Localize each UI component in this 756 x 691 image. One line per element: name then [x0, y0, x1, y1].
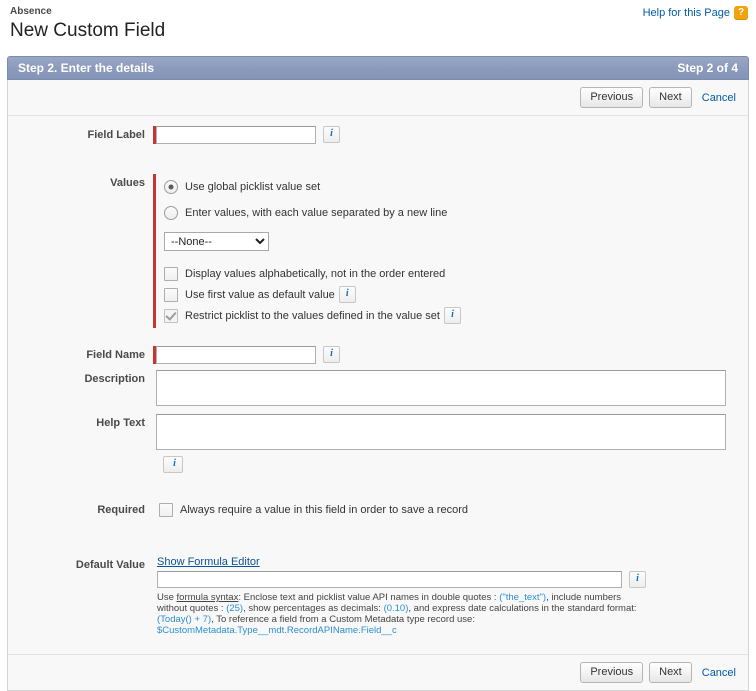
- description-caption: Description: [8, 370, 153, 385]
- checkbox-row-first-value-default[interactable]: Use first value as default value i: [164, 286, 461, 303]
- default-value-textarea[interactable]: [157, 571, 622, 588]
- toolbar-top: Previous Next Cancel: [8, 80, 748, 116]
- radio-option-global-picklist[interactable]: Use global picklist value set: [156, 174, 461, 200]
- radio-icon-global-picklist[interactable]: [164, 180, 178, 194]
- field-label-caption: Field Label: [8, 126, 153, 141]
- syntax-p4: , show percentages as decimals:: [243, 603, 383, 614]
- checkbox-icon-alphabetical[interactable]: [164, 267, 178, 281]
- syntax-p6: , To reference a field from a Custom Met…: [211, 614, 475, 625]
- checkbox-icon-restrict-picklist[interactable]: [164, 309, 178, 323]
- required-caption: Required: [8, 501, 153, 516]
- default-value-row: Default Value Show Formula Editor i Use …: [8, 556, 748, 636]
- checkbox-icon-always-require[interactable]: [159, 503, 173, 517]
- syntax-code3: (0.10): [384, 603, 409, 614]
- info-icon-help-text[interactable]: i: [163, 456, 183, 473]
- info-icon-default-value[interactable]: i: [629, 571, 646, 588]
- show-formula-editor-link[interactable]: Show Formula Editor: [157, 556, 260, 568]
- syntax-code5: $CustomMetadata.Type__mdt.RecordAPIName.…: [157, 625, 397, 636]
- global-value-set-select[interactable]: --None--: [164, 232, 269, 251]
- syntax-p1: Use: [157, 592, 177, 603]
- next-button-bottom[interactable]: Next: [649, 662, 692, 683]
- next-button-top[interactable]: Next: [649, 87, 692, 108]
- help-for-this-page[interactable]: Help for this Page ?: [643, 6, 748, 20]
- info-icon-restrict-picklist[interactable]: i: [444, 307, 461, 324]
- field-name-row: Field Name i: [8, 346, 748, 364]
- formula-syntax-note: Use formula syntax: Enclose text and pic…: [157, 592, 637, 636]
- previous-button-top[interactable]: Previous: [580, 87, 643, 108]
- radio-label-enter-values: Enter values, with each value separated …: [185, 207, 447, 219]
- checkbox-row-restrict-picklist[interactable]: Restrict picklist to the values defined …: [164, 307, 461, 324]
- syntax-code1: ("the_text"): [499, 592, 546, 603]
- syntax-code4: (Today() + 7): [157, 614, 211, 625]
- checkbox-label-alphabetical: Display values alphabetically, not in th…: [185, 268, 445, 280]
- question-mark-icon[interactable]: ?: [734, 6, 748, 20]
- step-header-bar: Step 2. Enter the details Step 2 of 4: [7, 56, 749, 80]
- form-panel: Previous Next Cancel Field Label i Value…: [7, 80, 749, 691]
- field-name-input[interactable]: [156, 346, 316, 364]
- help-for-this-page-link[interactable]: Help for this Page: [643, 7, 730, 19]
- formula-syntax-link[interactable]: formula syntax: [177, 592, 239, 603]
- syntax-p2: : Enclose text and picklist value API na…: [238, 592, 499, 603]
- page-header: Absence New Custom Field Help for this P…: [0, 0, 756, 48]
- info-icon-first-value-default[interactable]: i: [339, 286, 356, 303]
- syntax-p5: , and express date calculations in the s…: [408, 603, 636, 614]
- field-label-row: Field Label i: [8, 126, 748, 144]
- form-fields: Field Label i Values Use global picklist…: [8, 116, 748, 654]
- radio-option-enter-values[interactable]: Enter values, with each value separated …: [156, 200, 461, 226]
- checkbox-label-always-require: Always require a value in this field in …: [180, 504, 468, 516]
- default-value-caption: Default Value: [8, 556, 153, 571]
- cancel-link-top[interactable]: Cancel: [698, 92, 740, 104]
- help-text-caption: Help Text: [8, 414, 153, 429]
- required-row: Required Always require a value in this …: [8, 501, 748, 518]
- step-progress: Step 2 of 4: [677, 61, 738, 75]
- help-text-row: Help Text i: [8, 414, 748, 473]
- description-row: Description: [8, 370, 748, 406]
- help-text-textarea[interactable]: [156, 414, 726, 450]
- values-radio-group: Use global picklist value set Enter valu…: [156, 174, 461, 226]
- field-label-input[interactable]: [156, 126, 316, 144]
- breadcrumb-object-name: Absence: [10, 6, 746, 18]
- syntax-code2: (25): [226, 603, 243, 614]
- radio-label-global-picklist: Use global picklist value set: [185, 181, 320, 193]
- global-value-set-select-wrap: --None--: [156, 232, 461, 251]
- radio-icon-enter-values[interactable]: [164, 206, 178, 220]
- step-title: Step 2. Enter the details: [18, 61, 154, 75]
- info-icon-field-label[interactable]: i: [323, 126, 340, 143]
- cancel-link-bottom[interactable]: Cancel: [698, 667, 740, 679]
- checkbox-label-first-value-default: Use first value as default value: [185, 289, 335, 301]
- values-checkbox-group: Display values alphabetically, not in th…: [156, 265, 461, 328]
- checkbox-row-alphabetical[interactable]: Display values alphabetically, not in th…: [164, 265, 461, 282]
- previous-button-bottom[interactable]: Previous: [580, 662, 643, 683]
- values-row: Values Use global picklist value set Ent…: [8, 174, 748, 328]
- field-name-caption: Field Name: [8, 346, 153, 361]
- checkbox-row-always-require[interactable]: Always require a value in this field in …: [159, 501, 468, 518]
- info-icon-field-name[interactable]: i: [323, 346, 340, 363]
- checkbox-icon-first-value-default[interactable]: [164, 288, 178, 302]
- checkbox-label-restrict-picklist: Restrict picklist to the values defined …: [185, 310, 440, 322]
- description-textarea[interactable]: [156, 370, 726, 406]
- toolbar-bottom: Previous Next Cancel: [8, 654, 748, 690]
- values-caption: Values: [8, 174, 153, 189]
- page-title: New Custom Field: [10, 19, 746, 43]
